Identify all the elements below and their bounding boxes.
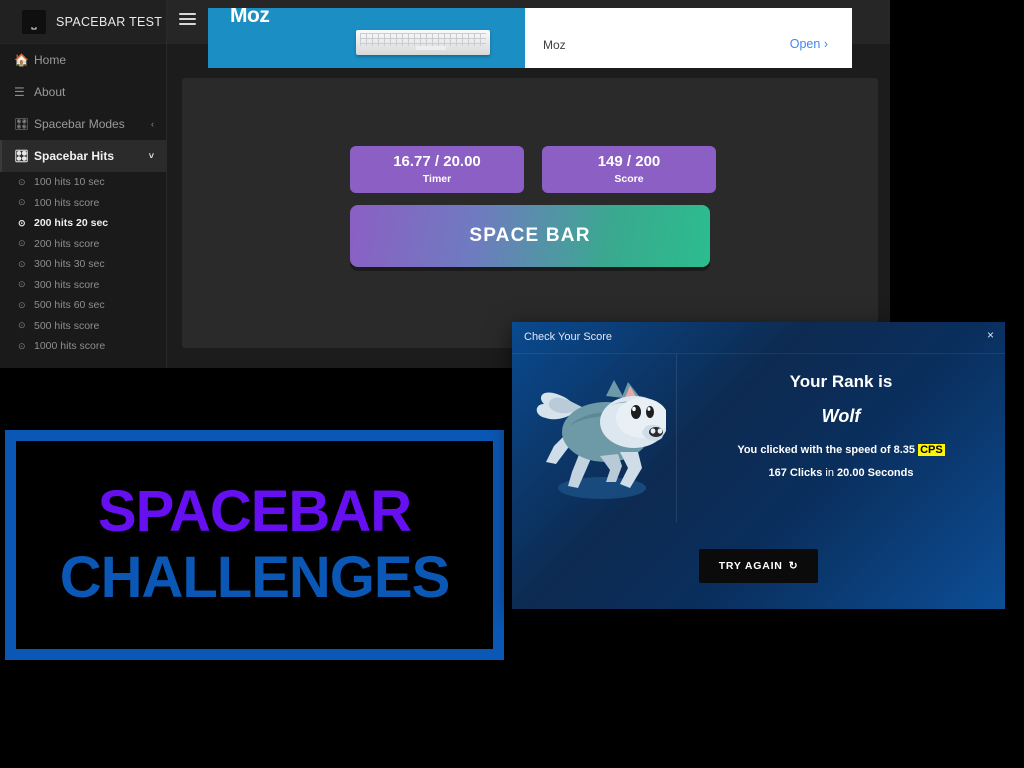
sidebar-subitem-label: 1000 hits score <box>34 340 106 353</box>
stats-row: 16.77 / 20.00 Timer 149 / 200 Score <box>350 146 716 193</box>
list-icon: ☰ <box>14 85 25 99</box>
sidebar-subitem[interactable]: ⊙ 300 hits score <box>0 275 166 296</box>
rank-pane: Your Rank is Wolf You clicked with the s… <box>677 354 1005 522</box>
banner-inner: SPACEBAR CHALLENGES <box>16 441 493 649</box>
try-again-label: TRY AGAIN <box>718 559 783 572</box>
keyboard-image <box>356 30 490 55</box>
running-wolf-icon <box>536 380 666 499</box>
radio-dot-icon: ⊙ <box>18 299 26 310</box>
spacebar-button[interactable]: SPACE BAR <box>350 205 710 267</box>
speed-text: You clicked with the speed of 8.35 <box>737 444 915 456</box>
sidebar-item-spacebar-hits[interactable]: 🎛 Spacebar Hits ˅ <box>0 140 166 172</box>
seconds-value: 20.00 <box>837 467 865 479</box>
score-label: Score <box>614 172 644 185</box>
sidebar-subitem[interactable]: ⊙ 100 hits score <box>0 193 166 214</box>
sidebar-subitem[interactable]: ⊙ 500 hits score <box>0 316 166 337</box>
radio-dot-icon: ⊙ <box>18 279 26 290</box>
advertisement-banner[interactable]: Moz Moz Open › <box>208 8 852 68</box>
ad-open-link[interactable]: Open › <box>790 37 828 51</box>
sidebar-subitem-label: 500 hits 60 sec <box>34 299 105 312</box>
sliders-icon: 🎛 <box>14 149 30 163</box>
sidebar-subitem-label: 500 hits score <box>34 319 100 332</box>
spacebar-challenges-banner: SPACEBAR CHALLENGES <box>5 430 504 660</box>
spacebar-glyph-icon: ⎵ <box>22 9 46 34</box>
rank-value: Wolf <box>821 406 861 426</box>
sliders-icon: 🎛 <box>14 117 30 131</box>
radio-dot-icon: ⊙ <box>18 176 26 187</box>
modal-body: Your Rank is Wolf You clicked with the s… <box>512 354 1005 522</box>
ad-visual: Moz <box>208 8 525 68</box>
modal-title: Check Your Score <box>524 331 613 343</box>
try-again-button[interactable]: TRY AGAIN ↻ <box>698 548 819 583</box>
timer-label: Timer <box>422 172 452 185</box>
browser-viewport: ⎵ SPACEBAR TEST 🏠 Home ☰ About 🎛 Spaceba… <box>0 0 890 368</box>
seconds-word: Seconds <box>867 467 914 479</box>
sidebar-subitem[interactable]: ⊙ 100 hits 10 sec <box>0 172 166 193</box>
sidebar-subitem-label: 300 hits score <box>34 278 100 291</box>
brand-title: SPACEBAR TEST <box>56 14 163 29</box>
sidebar-subitem[interactable]: ⊙ 200 hits 20 sec <box>0 213 166 234</box>
sidebar-subitem[interactable]: ⊙ 300 hits 30 sec <box>0 254 166 275</box>
ad-info-panel: Moz Open › <box>525 8 852 68</box>
refresh-icon: ↻ <box>788 559 799 572</box>
radio-dot-icon: ⊙ <box>18 238 26 249</box>
sidebar-item-label: Spacebar Modes <box>34 117 125 131</box>
sidebar-item-about[interactable]: ☰ About <box>0 76 166 108</box>
hamburger-icon[interactable] <box>179 13 196 25</box>
speed-line: You clicked with the speed of 8.35 CPS <box>737 444 945 456</box>
sidebar-subitem-label: 200 hits score <box>34 237 100 250</box>
timer-value: 16.77 / 20.00 <box>393 153 481 171</box>
timer-box: 16.77 / 20.00 Timer <box>350 146 524 193</box>
chevron-left-icon: ‹ <box>151 119 154 129</box>
wolf-illustration-pane <box>512 354 677 522</box>
sidebar: ⎵ SPACEBAR TEST 🏠 Home ☰ About 🎛 Spaceba… <box>0 0 167 368</box>
rank-heading: Your Rank is <box>789 372 893 391</box>
clicks-word: Clicks <box>789 467 823 479</box>
home-icon: 🏠 <box>14 53 29 67</box>
game-panel: 16.77 / 20.00 Timer 149 / 200 Score SPAC… <box>182 78 878 348</box>
sidebar-subitem[interactable]: ⊙ 500 hits 60 sec <box>0 295 166 316</box>
check-score-modal: Check Your Score × Your Rank is Wolf You… <box>512 322 1005 609</box>
radio-dot-icon: ⊙ <box>18 217 26 228</box>
banner-line-1: SPACEBAR <box>97 479 412 544</box>
radio-dot-icon: ⊙ <box>18 197 26 208</box>
chevron-down-icon: ˅ <box>148 151 154 161</box>
banner-line-2: CHALLENGES <box>59 545 451 610</box>
in-word: in <box>825 467 834 479</box>
clicks-count: 167 <box>768 467 787 479</box>
brand[interactable]: ⎵ SPACEBAR TEST <box>0 0 166 44</box>
modal-header: Check Your Score × <box>512 322 1005 354</box>
score-value: 149 / 200 <box>597 153 661 171</box>
sidebar-submenu: ⊙ 100 hits 10 sec ⊙ 100 hits score ⊙ 200 hits… <box>0 172 166 357</box>
clicks-line: 167 Clicks in 20.00 Seconds <box>769 467 914 479</box>
sidebar-item-label: Spacebar Hits <box>34 149 115 163</box>
close-icon[interactable]: × <box>987 329 994 341</box>
radio-dot-icon: ⊙ <box>18 340 26 351</box>
radio-dot-icon: ⊙ <box>18 320 26 331</box>
sidebar-subitem-label: 300 hits 30 sec <box>34 258 105 271</box>
sidebar-item-label: About <box>34 85 66 99</box>
chevron-right-icon: › <box>823 37 828 51</box>
sidebar-subitem-label: 100 hits score <box>34 196 100 209</box>
ad-open-label: Open <box>789 37 821 51</box>
sidebar-item-label: Home <box>34 53 67 67</box>
radio-dot-icon: ⊙ <box>18 258 26 269</box>
ad-brand-text: Moz <box>230 8 270 27</box>
ad-info-title: Moz <box>543 38 566 52</box>
sidebar-item-spacebar-modes[interactable]: 🎛 Spacebar Modes ‹ <box>0 108 166 140</box>
score-box: 149 / 200 Score <box>542 146 716 193</box>
cps-badge: CPS <box>918 444 945 456</box>
sidebar-item-home[interactable]: 🏠 Home <box>0 44 166 76</box>
sidebar-subitem[interactable]: ⊙ 200 hits score <box>0 234 166 255</box>
sidebar-subitem-label: 100 hits 10 sec <box>34 176 105 189</box>
sidebar-subitem[interactable]: ⊙ 1000 hits score <box>0 336 166 357</box>
modal-footer: TRY AGAIN ↻ <box>512 522 1005 609</box>
sidebar-subitem-label: 200 hits 20 sec <box>34 217 109 230</box>
